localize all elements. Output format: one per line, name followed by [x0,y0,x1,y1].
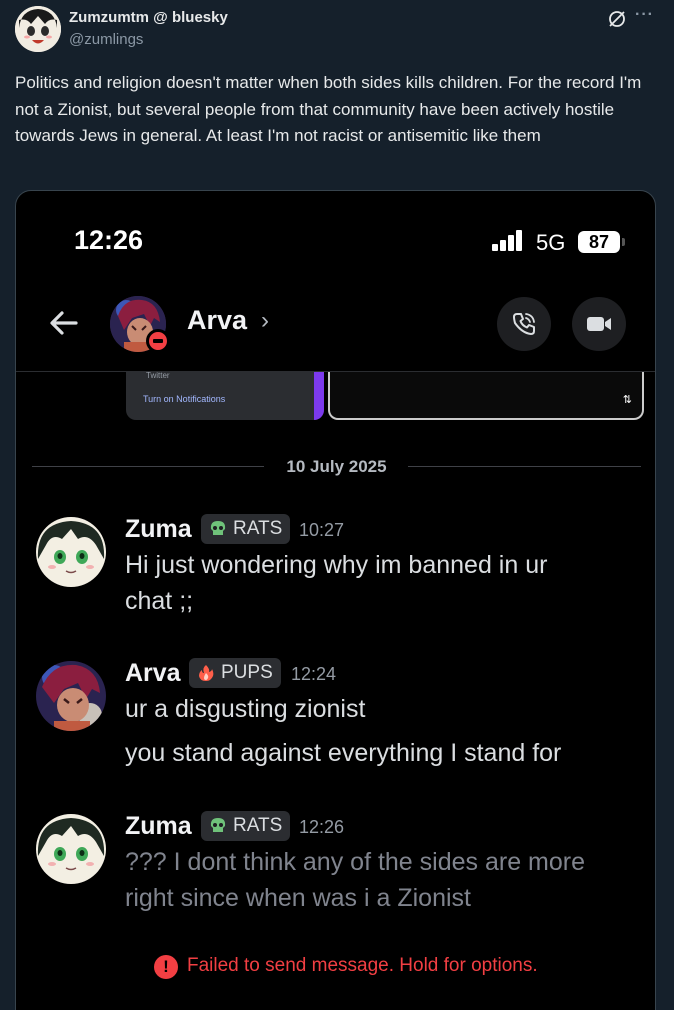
attached-screenshot[interactable]: 12:26 5G 87 Arva › Twitter Turn on Notif… [15,190,656,1010]
message-line: chat ;; [125,587,194,615]
post-text: Politics and religion doesn't matter whe… [15,73,642,145]
embed-accent-bar [314,372,324,420]
clan-tag[interactable]: RATS [201,811,291,841]
message-line: Hi just wondering why im banned in ur [125,551,548,579]
zuma-avatar[interactable] [36,517,106,587]
send-failed-text: Failed to send message. Hold for options… [187,955,538,976]
skull-icon [210,818,226,832]
message-line: you stand against everything I stand for [125,739,562,767]
turn-on-notifications-link[interactable]: Turn on Notifications [143,394,225,404]
zuma-avatar[interactable] [36,814,106,884]
video-camera-icon [587,317,611,331]
network-type: 5G [536,230,566,255]
clan-tag-label: PUPS [221,662,273,683]
do-not-disturb-icon [146,329,170,353]
author-name[interactable]: Zumzumtm @ bluesky [69,9,228,26]
arva-avatar[interactable] [36,661,106,731]
error-icon: ! [154,955,178,979]
message-author[interactable]: Zuma [125,515,192,544]
date-separator: 10 July 2025 [32,455,641,479]
author-avatar[interactable] [15,6,61,52]
date-label: 10 July 2025 [286,457,387,476]
chat-name[interactable]: Arva [187,305,247,336]
more-options-button[interactable]: ··· [635,6,654,24]
message-time: 12:26 [299,817,345,837]
clan-tag[interactable]: PUPS [189,658,281,688]
author-handle[interactable]: @zumlings [69,31,143,48]
previous-embed: Twitter Turn on Notifications ⇅ [126,372,646,420]
clan-tag[interactable]: RATS [201,514,291,544]
fire-icon [199,665,214,681]
embed-card: Twitter Turn on Notifications [126,372,324,420]
clan-tag-label: RATS [233,518,283,539]
skull-icon [210,521,226,535]
message-time: 12:24 [291,664,337,684]
battery-icon: 87 [578,231,620,253]
embed-source: Twitter [146,372,170,380]
message-author[interactable]: Arva [125,659,181,688]
post-header: Zumzumtm @ bluesky @zumlings ··· [15,6,659,54]
embed-image[interactable]: ⇅ [328,372,644,420]
phone-icon [513,313,535,335]
call-button[interactable] [497,297,551,351]
back-arrow-icon[interactable] [46,305,82,341]
video-call-button[interactable] [572,297,626,351]
reload-icon[interactable]: ⇅ [623,393,632,406]
signal-icon [492,229,526,253]
chevron-right-icon[interactable]: › [261,307,269,335]
message-line: ??? I dont think any of the sides are mo… [125,848,585,876]
message-line: right since when was i a Zionist [125,884,471,912]
message-line: ur a disgusting zionist [125,695,366,723]
status-time: 12:26 [74,225,144,255]
battery-tip [622,238,625,246]
chat-topbar: Arva › [16,291,655,357]
separator-line-right [408,466,641,467]
grok-icon[interactable] [607,9,627,29]
message-author[interactable]: Zuma [125,812,192,841]
message-time: 10:27 [299,520,345,540]
clan-tag-label: RATS [233,815,283,836]
